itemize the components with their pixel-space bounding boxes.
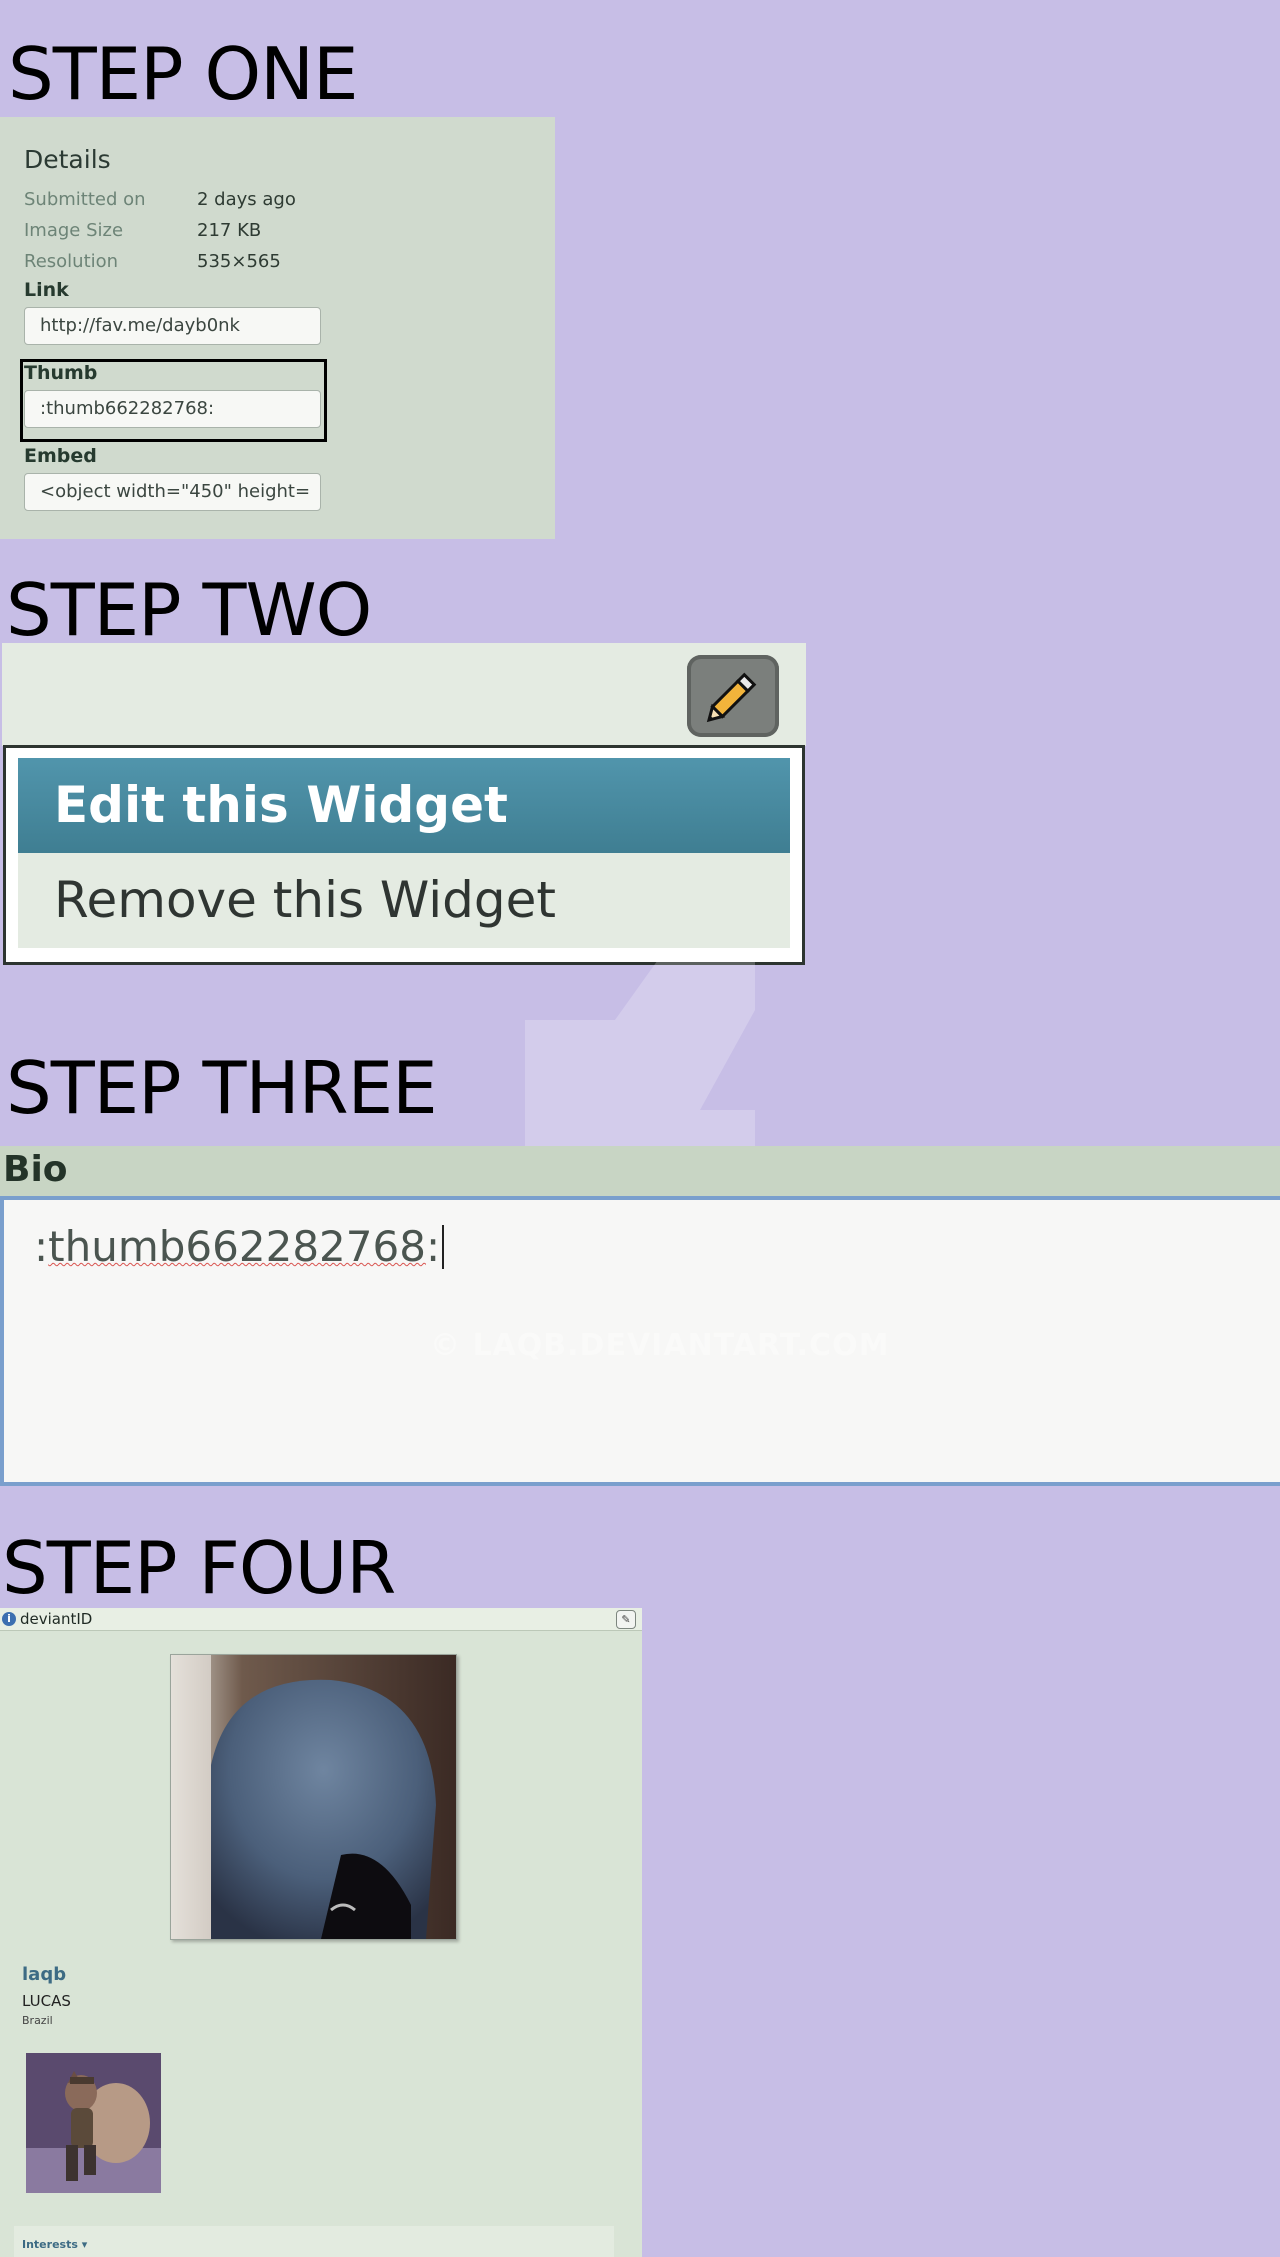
widget-edit-button[interactable]: ✎ (616, 1610, 636, 1629)
deviantid-widget: i deviantID ✎ laqb LUCAS Brazil Interest… (0, 1608, 642, 2257)
interests-bar: Interests ▾ (14, 2226, 614, 2257)
bio-text-thumb-code: thumb662282768 (48, 1222, 426, 1271)
bio-label: Bio (3, 1149, 68, 1190)
embed-field[interactable]: <object width="450" height= (24, 473, 321, 511)
image-size-label: Image Size (24, 220, 124, 241)
edit-widget-button[interactable] (687, 655, 779, 737)
image-size-value: 217 KB (197, 220, 262, 241)
info-icon[interactable]: i (2, 1612, 16, 1626)
step-three-title: STEP THREE (6, 1046, 438, 1130)
bio-text-suffix: : (425, 1222, 441, 1271)
id-artwork-image[interactable] (26, 2053, 161, 2193)
resolution-label: Resolution (24, 251, 119, 272)
step-four-title: STEP FOUR (2, 1526, 396, 1610)
bio-text: :thumb662282768: (34, 1222, 445, 1271)
deviantid-title: deviantID (20, 1610, 93, 1628)
embed-label: Embed (24, 445, 97, 467)
interests-toggle[interactable]: Interests ▾ (22, 2238, 87, 2251)
link-field[interactable]: http://fav.me/dayb0nk (24, 307, 321, 345)
hooded-figure-photo (171, 1655, 456, 1939)
real-name: LUCAS (22, 1992, 71, 2010)
deviantid-header: i deviantID ✎ (0, 1608, 642, 1631)
username-link[interactable]: laqb (22, 1964, 66, 1985)
pencil-icon: ✎ (621, 1613, 631, 1626)
details-panel: Details Submitted on 2 days ago Image Si… (0, 117, 555, 539)
submitted-value: 2 days ago (197, 189, 296, 210)
deviantid-photo (170, 1654, 457, 1940)
step-one-title: STEP ONE (8, 32, 359, 116)
link-label: Link (24, 279, 69, 301)
widget-header (2, 643, 806, 746)
bio-text-prefix: : (34, 1222, 49, 1271)
edit-widget-menu-item[interactable]: Edit this Widget (18, 758, 790, 853)
resolution-value: 535×565 (197, 251, 281, 272)
thumb-field[interactable]: :thumb662282768: (24, 390, 321, 428)
widget-menu: Edit this Widget Remove this Widget (3, 745, 805, 965)
details-title: Details (24, 145, 111, 174)
text-caret (442, 1225, 445, 1269)
squirrel-character-art (26, 2053, 161, 2193)
submitted-label: Submitted on (24, 189, 146, 210)
pencil-icon (706, 672, 757, 723)
country: Brazil (22, 2014, 53, 2027)
bio-header: Bio (0, 1146, 1280, 1196)
step-two-title: STEP TWO (6, 568, 372, 652)
thumb-label: Thumb (24, 362, 98, 384)
watermark-text: © LAQB.DEVIANTART.COM (430, 1328, 890, 1363)
remove-widget-menu-item[interactable]: Remove this Widget (18, 853, 790, 948)
